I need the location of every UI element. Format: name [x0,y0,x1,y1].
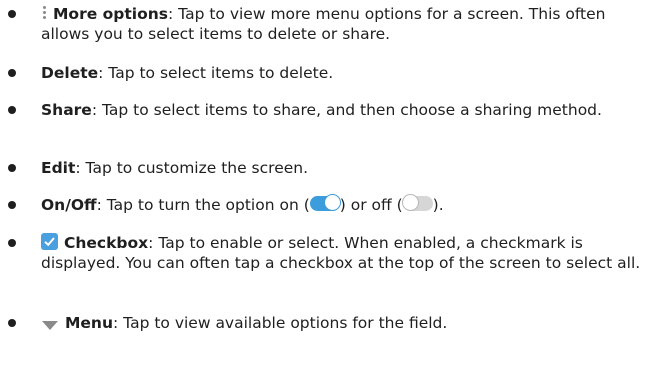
term-checkbox: Checkbox [64,234,149,252]
bullet [8,164,16,172]
list-item-edit: Edit: Tap to customize the screen. [8,158,641,178]
description-on-off-after: ). [432,196,444,214]
description-on-off-middle: ) or off ( [339,196,403,214]
term-more-options: More options [53,5,169,23]
list-item-menu: Menu: Tap to view available options for … [8,313,641,333]
description-edit: : Tap to customize the screen. [75,159,309,177]
bullet [8,10,16,18]
kebab-menu-icon [41,5,49,21]
options-list: More options: Tap to view more menu opti… [0,0,649,368]
bullet [8,201,16,209]
term-share: Share [41,101,92,119]
bullet [8,239,16,247]
description-delete: : Tap to select items to delete. [98,64,334,82]
toggle-on-icon [309,194,341,211]
term-edit: Edit [41,159,76,177]
description-share: : Tap to select items to share, and then… [91,101,602,119]
bullet [8,319,16,327]
term-on-off: On/Off [41,196,97,214]
list-item-on-off: On/Off: Tap to turn the option on ( ) or … [8,194,641,215]
list-item-more-options: More options: Tap to view more menu opti… [8,4,641,44]
description-on-off-before: : Tap to turn the option on ( [96,196,310,214]
bullet [8,106,16,114]
toggle-off-icon [401,194,433,211]
list-item-share: Share: Tap to select items to share, and… [8,100,641,120]
checkbox-checked-icon [41,233,58,250]
term-delete: Delete [41,64,99,82]
list-item-delete: Delete: Tap to select items to delete. [8,63,641,83]
dropdown-triangle-icon [41,316,59,330]
bullet [8,69,16,77]
term-menu: Menu [65,314,114,332]
description-menu: : Tap to view available options for the … [113,314,448,332]
list-item-checkbox: Checkbox: Tap to enable or select. When … [8,233,641,273]
